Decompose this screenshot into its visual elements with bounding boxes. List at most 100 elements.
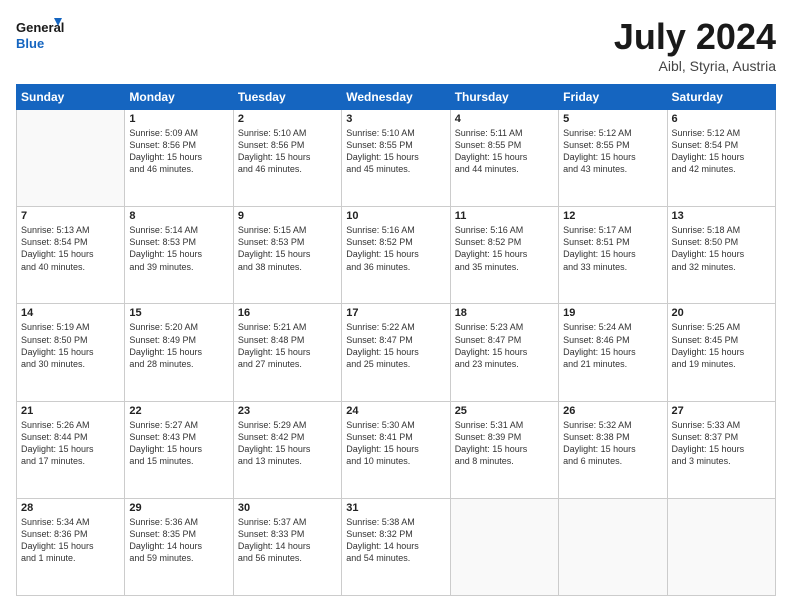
cell-info: Sunrise: 5:21 AM Sunset: 8:48 PM Dayligh… [238,321,337,370]
day-number: 29 [129,502,228,514]
week-row-1: 1Sunrise: 5:09 AM Sunset: 8:56 PM Daylig… [17,110,776,207]
svg-text:Blue: Blue [16,36,44,51]
calendar-cell: 7Sunrise: 5:13 AM Sunset: 8:54 PM Daylig… [17,207,125,304]
day-number: 2 [238,113,337,125]
calendar-cell: 29Sunrise: 5:36 AM Sunset: 8:35 PM Dayli… [125,498,233,595]
calendar-cell: 27 Sunrise: 5:33 AM Sunset: 8:37 PM Dayli… [667,401,775,498]
calendar-cell: 10 Sunrise: 5:16 AM Sunset: 8:52 PM Dayli… [342,207,450,304]
day-number: 8 [129,210,228,222]
day-number: 16 [238,307,337,319]
calendar-cell: 20 Sunrise: 5:25 AM Sunset: 8:45 PM Dayli… [667,304,775,401]
cell-info: Sunrise: 5:22 AM Sunset: 8:47 PM Dayligh… [346,321,445,370]
calendar-header-tuesday: Tuesday [233,85,341,110]
header: General Blue July 2024 Aibl, Styria, Aus… [16,16,776,74]
cell-info: Sunrise: 5:29 AM Sunset: 8:42 PM Dayligh… [238,419,337,468]
calendar-cell: 22Sunrise: 5:27 AM Sunset: 8:43 PM Dayli… [125,401,233,498]
calendar-header-saturday: Saturday [667,85,775,110]
calendar-cell: 8 Sunrise: 5:14 AM Sunset: 8:53 PM Daylig… [125,207,233,304]
calendar-cell: 16 Sunrise: 5:21 AM Sunset: 8:48 PM Dayli… [233,304,341,401]
week-row-5: 28 Sunrise: 5:34 AM Sunset: 8:36 PM Dayli… [17,498,776,595]
calendar-cell: 11Sunrise: 5:16 AM Sunset: 8:52 PM Dayli… [450,207,558,304]
day-number: 10 [346,210,445,222]
day-number: 17 [346,307,445,319]
cell-info: Sunrise: 5:12 AM Sunset: 8:54 PM Dayligh… [672,127,771,176]
cell-info: Sunrise: 5:13 AM Sunset: 8:54 PM Dayligh… [21,224,120,273]
day-number: 3 [346,113,445,125]
day-number: 14 [21,307,120,319]
calendar-header-friday: Friday [559,85,667,110]
day-number: 6 [672,113,771,125]
calendar-header-sunday: Sunday [17,85,125,110]
month-title: July 2024 [614,16,776,58]
day-number: 23 [238,405,337,417]
cell-info: Sunrise: 5:09 AM Sunset: 8:56 PM Dayligh… [129,127,228,176]
day-number: 4 [455,113,554,125]
cell-info: Sunrise: 5:23 AM Sunset: 8:47 PM Dayligh… [455,321,554,370]
day-number: 21 [21,405,120,417]
cell-info: Sunrise: 5:16 AM Sunset: 8:52 PM Dayligh… [455,224,554,273]
calendar-table: SundayMondayTuesdayWednesdayThursdayFrid… [16,84,776,596]
calendar-cell: 3 Sunrise: 5:10 AM Sunset: 8:55 PM Daylig… [342,110,450,207]
logo-svg: General Blue [16,16,66,56]
cell-info: Sunrise: 5:10 AM Sunset: 8:56 PM Dayligh… [238,127,337,176]
cell-info: Sunrise: 5:37 AM Sunset: 8:33 PM Dayligh… [238,516,337,565]
calendar-cell: 18 Sunrise: 5:23 AM Sunset: 8:47 PM Dayli… [450,304,558,401]
calendar-cell: 28 Sunrise: 5:34 AM Sunset: 8:36 PM Dayli… [17,498,125,595]
cell-info: Sunrise: 5:26 AM Sunset: 8:44 PM Dayligh… [21,419,120,468]
calendar-cell [667,498,775,595]
day-number: 12 [563,210,662,222]
day-number: 18 [455,307,554,319]
day-number: 30 [238,502,337,514]
cell-info: Sunrise: 5:14 AM Sunset: 8:53 PM Dayligh… [129,224,228,273]
logo: General Blue [16,16,66,56]
calendar-cell: 15 Sunrise: 5:20 AM Sunset: 8:49 PM Dayli… [125,304,233,401]
day-number: 15 [129,307,228,319]
cell-info: Sunrise: 5:33 AM Sunset: 8:37 PM Dayligh… [672,419,771,468]
calendar-cell [17,110,125,207]
calendar-header-thursday: Thursday [450,85,558,110]
calendar-cell: 24 Sunrise: 5:30 AM Sunset: 8:41 PM Dayli… [342,401,450,498]
cell-info: Sunrise: 5:19 AM Sunset: 8:50 PM Dayligh… [21,321,120,370]
calendar-cell: 2 Sunrise: 5:10 AM Sunset: 8:56 PM Daylig… [233,110,341,207]
cell-info: Sunrise: 5:27 AM Sunset: 8:43 PM Dayligh… [129,419,228,468]
calendar-body: 1Sunrise: 5:09 AM Sunset: 8:56 PM Daylig… [17,110,776,596]
calendar-header-row: SundayMondayTuesdayWednesdayThursdayFrid… [17,85,776,110]
calendar-cell: 31Sunrise: 5:38 AM Sunset: 8:32 PM Dayli… [342,498,450,595]
subtitle: Aibl, Styria, Austria [614,58,776,74]
cell-info: Sunrise: 5:31 AM Sunset: 8:39 PM Dayligh… [455,419,554,468]
cell-info: Sunrise: 5:16 AM Sunset: 8:52 PM Dayligh… [346,224,445,273]
day-number: 9 [238,210,337,222]
calendar-cell: 1Sunrise: 5:09 AM Sunset: 8:56 PM Daylig… [125,110,233,207]
page: General Blue July 2024 Aibl, Styria, Aus… [0,0,792,612]
week-row-2: 7Sunrise: 5:13 AM Sunset: 8:54 PM Daylig… [17,207,776,304]
cell-info: Sunrise: 5:11 AM Sunset: 8:55 PM Dayligh… [455,127,554,176]
cell-info: Sunrise: 5:25 AM Sunset: 8:45 PM Dayligh… [672,321,771,370]
day-number: 25 [455,405,554,417]
calendar-cell: 6 Sunrise: 5:12 AM Sunset: 8:54 PM Daylig… [667,110,775,207]
calendar-cell: 9 Sunrise: 5:15 AM Sunset: 8:53 PM Daylig… [233,207,341,304]
cell-info: Sunrise: 5:20 AM Sunset: 8:49 PM Dayligh… [129,321,228,370]
cell-info: Sunrise: 5:24 AM Sunset: 8:46 PM Dayligh… [563,321,662,370]
day-number: 13 [672,210,771,222]
day-number: 28 [21,502,120,514]
calendar-cell: 4 Sunrise: 5:11 AM Sunset: 8:55 PM Daylig… [450,110,558,207]
calendar-cell: 17 Sunrise: 5:22 AM Sunset: 8:47 PM Dayli… [342,304,450,401]
cell-info: Sunrise: 5:34 AM Sunset: 8:36 PM Dayligh… [21,516,120,565]
calendar-cell: 25 Sunrise: 5:31 AM Sunset: 8:39 PM Dayli… [450,401,558,498]
day-number: 24 [346,405,445,417]
calendar-header-monday: Monday [125,85,233,110]
cell-info: Sunrise: 5:17 AM Sunset: 8:51 PM Dayligh… [563,224,662,273]
calendar-cell [450,498,558,595]
cell-info: Sunrise: 5:30 AM Sunset: 8:41 PM Dayligh… [346,419,445,468]
cell-info: Sunrise: 5:15 AM Sunset: 8:53 PM Dayligh… [238,224,337,273]
calendar-cell: 23 Sunrise: 5:29 AM Sunset: 8:42 PM Dayli… [233,401,341,498]
calendar-cell: 12 Sunrise: 5:17 AM Sunset: 8:51 PM Dayli… [559,207,667,304]
title-area: July 2024 Aibl, Styria, Austria [614,16,776,74]
cell-info: Sunrise: 5:38 AM Sunset: 8:32 PM Dayligh… [346,516,445,565]
cell-info: Sunrise: 5:10 AM Sunset: 8:55 PM Dayligh… [346,127,445,176]
day-number: 20 [672,307,771,319]
day-number: 19 [563,307,662,319]
day-number: 26 [563,405,662,417]
day-number: 27 [672,405,771,417]
cell-info: Sunrise: 5:18 AM Sunset: 8:50 PM Dayligh… [672,224,771,273]
